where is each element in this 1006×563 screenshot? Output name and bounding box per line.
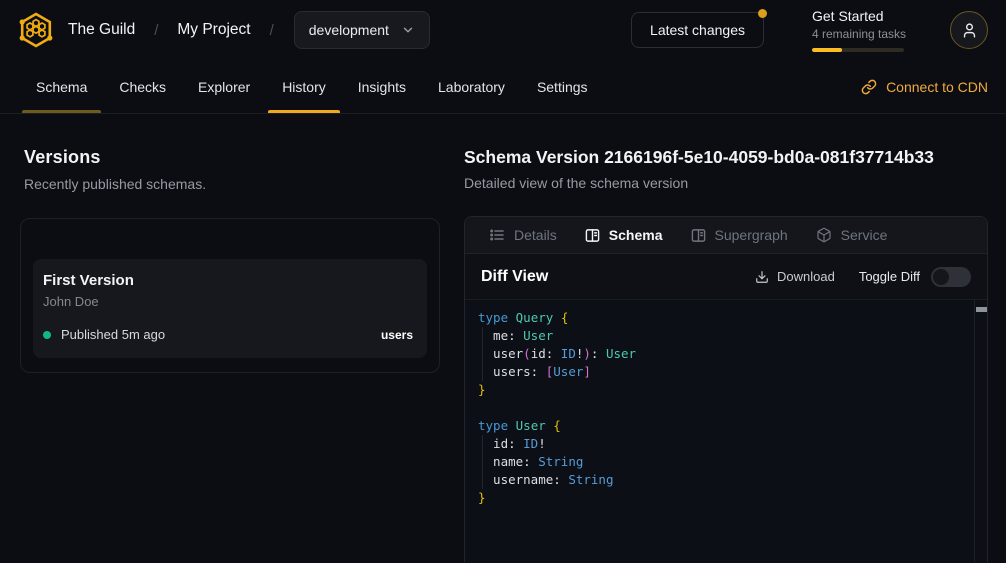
version-list-item[interactable]: First Version John Doe Published 5m ago …	[33, 259, 427, 358]
tab-explorer[interactable]: Explorer	[182, 60, 266, 113]
chevron-down-icon	[401, 23, 415, 37]
diff-actions: Download Toggle Diff	[755, 267, 971, 287]
breadcrumb-project[interactable]: My Project	[177, 21, 250, 39]
tab-laboratory[interactable]: Laboratory	[422, 60, 521, 113]
code-line: }	[478, 381, 967, 399]
get-started-widget[interactable]: Get Started 4 remaining tasks	[812, 8, 904, 52]
user-avatar[interactable]	[950, 11, 988, 49]
version-status: Published 5m ago	[61, 327, 165, 342]
diff-view-title: Diff View	[481, 268, 548, 286]
download-button[interactable]: Download	[755, 269, 835, 284]
main-nav: Schema Checks Explorer History Insights …	[0, 60, 1006, 114]
latest-changes-button[interactable]: Latest changes	[631, 12, 764, 48]
version-meta-row: Published 5m ago users	[43, 327, 413, 342]
detail-tab-schema[interactable]: Schema	[571, 217, 677, 253]
download-label: Download	[777, 269, 835, 284]
detail-tab-label: Supergraph	[715, 227, 788, 243]
tab-checks[interactable]: Checks	[103, 60, 182, 113]
version-detail-subtitle: Detailed view of the schema version	[464, 175, 988, 191]
code-line: type User {	[478, 417, 967, 435]
code-line: name: String	[478, 453, 967, 471]
versions-subtitle: Recently published schemas.	[24, 176, 440, 192]
latest-changes-label: Latest changes	[650, 22, 745, 38]
code-line: id: ID!	[478, 435, 967, 453]
detail-tab-supergraph[interactable]: Supergraph	[677, 217, 802, 253]
code-line: type Query {	[478, 309, 967, 327]
service-badge: users	[381, 328, 413, 342]
detail-tab-label: Service	[841, 227, 888, 243]
get-started-title: Get Started	[812, 8, 904, 24]
columns-icon	[585, 228, 600, 243]
hive-logo-icon[interactable]	[16, 10, 56, 50]
target-select[interactable]: development	[294, 11, 430, 49]
tab-schema[interactable]: Schema	[20, 60, 103, 113]
detail-tabbar: Details Schema Supergraph	[465, 217, 987, 254]
progress-fill	[812, 48, 842, 52]
indent-guide	[482, 435, 483, 489]
detail-tab-label: Schema	[609, 227, 663, 243]
versions-list: First Version John Doe Published 5m ago …	[20, 218, 440, 373]
connect-to-cdn-link[interactable]: Connect to CDN	[861, 60, 988, 113]
cube-icon	[816, 227, 832, 243]
code-block: type Query { me: User user(id: ID!): Use…	[478, 309, 967, 507]
toggle-knob	[933, 269, 949, 285]
version-author: John Doe	[43, 294, 413, 309]
diff-view-header: Diff View Download Toggle Diff	[465, 254, 987, 300]
person-icon	[961, 22, 978, 39]
code-line: username: String	[478, 471, 967, 489]
toggle-diff-switch[interactable]	[931, 267, 971, 287]
code-line: }	[478, 489, 967, 507]
scrollbar-thumb[interactable]	[976, 307, 987, 312]
columns-icon	[691, 228, 706, 243]
toggle-diff-control: Toggle Diff	[859, 267, 971, 287]
version-detail-title: Schema Version 2166196f-5e10-4059-bd0a-0…	[464, 147, 988, 168]
top-bar: The Guild / My Project / development Lat…	[0, 0, 1006, 60]
tab-insights[interactable]: Insights	[342, 60, 422, 113]
link-icon	[861, 79, 877, 95]
version-detail-panel: Details Schema Supergraph	[464, 216, 988, 562]
detail-tab-service[interactable]: Service	[802, 217, 902, 253]
code-scrollbar[interactable]	[974, 300, 987, 562]
get-started-progressbar	[812, 48, 904, 52]
tab-history[interactable]: History	[266, 60, 342, 113]
code-line: users: [User]	[478, 363, 967, 381]
breadcrumb-separator: /	[270, 22, 274, 39]
breadcrumb-org[interactable]: The Guild	[68, 21, 135, 39]
published-status-dot	[43, 331, 51, 339]
get-started-subtitle: 4 remaining tasks	[812, 27, 904, 41]
notification-dot	[758, 9, 767, 18]
connect-to-cdn-label: Connect to CDN	[886, 79, 988, 95]
toggle-diff-label: Toggle Diff	[859, 269, 920, 284]
version-name: First Version	[43, 272, 413, 289]
list-icon	[489, 227, 505, 243]
tab-settings[interactable]: Settings	[521, 60, 604, 113]
detail-tab-details[interactable]: Details	[475, 217, 571, 253]
breadcrumb-separator: /	[154, 22, 158, 39]
indent-guide	[482, 327, 483, 381]
content: Versions Recently published schemas. Fir…	[0, 114, 1006, 562]
versions-panel: Versions Recently published schemas. Fir…	[0, 114, 440, 373]
code-line	[478, 399, 967, 417]
schema-code-viewer: type Query { me: User user(id: ID!): Use…	[465, 300, 987, 562]
versions-title: Versions	[24, 147, 440, 168]
download-icon	[755, 270, 769, 284]
breadcrumb: The Guild / My Project /	[68, 21, 274, 39]
target-select-value: development	[309, 22, 389, 38]
version-detail: Schema Version 2166196f-5e10-4059-bd0a-0…	[440, 114, 1006, 562]
code-line: user(id: ID!): User	[478, 345, 967, 363]
code-line: me: User	[478, 327, 967, 345]
detail-tab-label: Details	[514, 227, 557, 243]
